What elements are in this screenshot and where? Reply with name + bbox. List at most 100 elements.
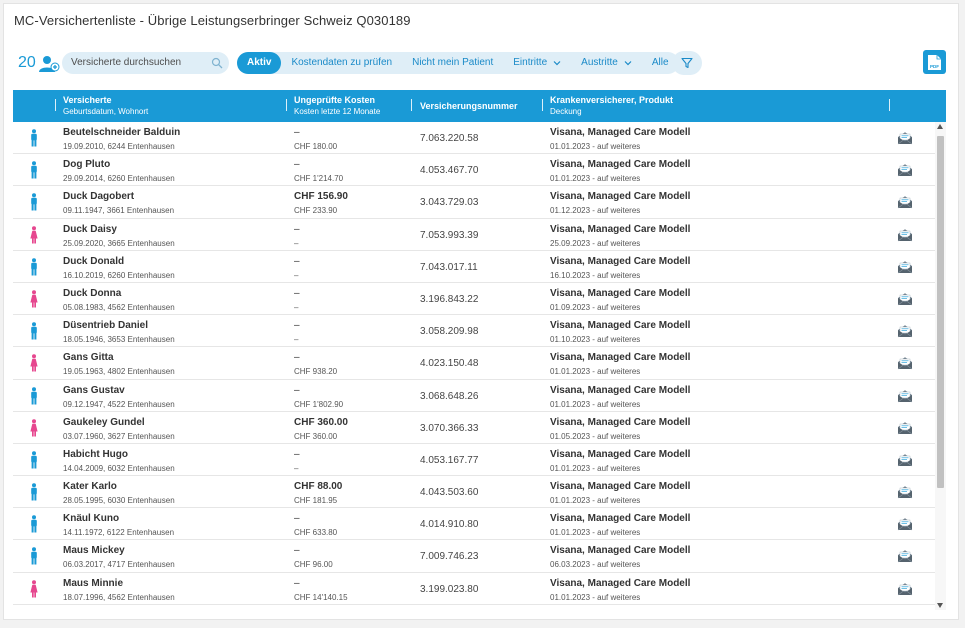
scroll-down-icon[interactable] [937,603,943,608]
unchecked-costs: – [294,159,300,171]
column-title: Krankenversicherer, Produkt [550,95,674,105]
mail-icon[interactable] [897,421,913,435]
insured-name[interactable]: Gaukeley Gundel [63,417,175,428]
scroll-up-icon[interactable] [937,124,943,129]
table-row[interactable]: Habicht Hugo 14.04.2009, 6032 Entenhausen… [13,444,935,477]
insured-cell: Maus Mickey 06.03.2017, 4717 Entenhausen [63,545,175,569]
mail-icon[interactable] [897,582,913,596]
table-row[interactable]: Gans Gitta 19.05.1963, 4802 Entenhausen – C… [13,347,935,380]
mail-icon[interactable] [897,549,913,563]
mail-icon[interactable] [897,292,913,306]
insured-name[interactable]: Beutelschneider Balduin [63,127,180,138]
insured-name[interactable]: Gans Gustav [63,385,175,396]
male-person-icon [31,193,37,211]
female-person-icon [30,579,38,598]
tab-kostendaten-zu-pruefen[interactable]: Kostendaten zu prüfen [281,52,402,74]
insured-name[interactable]: Gans Gitta [63,352,175,363]
table-row[interactable]: Kater Karlo 28.05.1995, 6030 Entenhausen C… [13,476,935,509]
column-title: Versicherungsnummer [420,101,518,111]
pdf-icon: PDF [928,54,941,70]
insured-name[interactable]: Habicht Hugo [63,449,175,460]
column-subtitle: Deckung [550,107,582,116]
insurance-number: 7.009.746.23 [420,551,479,563]
scrollbar-thumb[interactable] [937,136,944,488]
male-person-icon [31,129,37,147]
female-person-icon [30,418,38,437]
costs-12-months: CHF 633.80 [294,528,338,538]
mail-icon[interactable] [897,389,913,403]
coverage-period: 01.01.2023 - auf weiteres [550,592,641,602]
insured-name[interactable]: Duck Donna [63,288,175,299]
coverage-period: 01.01.2023 - auf weiteres [550,399,641,409]
insurance-number: 4.043.503.60 [420,487,479,499]
tab-austritte[interactable]: Austritte [571,52,642,74]
vertical-scrollbar[interactable] [935,122,946,610]
filter-button[interactable] [672,51,702,75]
column-header-insurer[interactable]: Krankenversicherer, Produkt Deckung [550,95,673,116]
unchecked-costs: CHF 360.00 [294,416,348,428]
male-person-icon [31,322,37,340]
unchecked-costs: – [294,320,300,332]
insured-name[interactable]: Maus Minnie [63,578,175,589]
table-row[interactable]: Dog Pluto 29.09.2014, 6260 Entenhausen – CH… [13,154,935,187]
mail-icon[interactable] [897,228,913,242]
mail-icon[interactable] [897,131,913,145]
insured-name[interactable]: Kater Karlo [63,481,175,492]
male-person-icon [31,451,37,469]
insurer-cell: Visana, Managed Care Modell 25.09.2023 - … [550,224,690,248]
female-person-icon [30,290,38,308]
insured-name[interactable]: Duck Dagobert [63,191,174,202]
tab-eintritte[interactable]: Eintritte [503,52,571,74]
coverage-period: 01.10.2023 - auf weiteres [550,335,641,345]
pdf-label: PDF [930,64,939,69]
mail-icon[interactable] [897,485,913,499]
costs-cell: CHF 156.90 CHF 233.90 [294,191,348,215]
insured-name[interactable]: Duck Donald [63,256,175,267]
table-row[interactable]: Duck Donald 16.10.2019, 6260 Entenhausen –… [13,251,935,283]
column-header-number[interactable]: Versicherungsnummer [420,101,518,111]
mail-icon[interactable] [897,453,913,467]
table-row[interactable]: Duck Daisy 25.09.2020, 3665 Entenhausen – –… [13,219,935,251]
mail-icon[interactable] [897,324,913,338]
table-row[interactable]: Maus Mickey 06.03.2017, 4717 Entenhausen –… [13,540,935,573]
insured-details: 19.09.2010, 6244 Entenhausen [63,142,175,151]
mail-icon[interactable] [897,260,913,274]
insurer-product: Visana, Managed Care Modell [550,255,691,267]
insured-name[interactable]: Duck Daisy [63,224,175,235]
mail-icon[interactable] [897,517,913,531]
insured-details: 18.05.1946, 3653 Entenhausen [63,335,175,345]
insurer-cell: Visana, Managed Care Modell 01.12.2023 - … [550,191,690,215]
mail-icon[interactable] [897,195,913,209]
insured-name[interactable]: Knäul Kuno [63,513,174,524]
table-row[interactable]: Gans Gustav 09.12.1947, 4522 Entenhausen –… [13,380,935,412]
mail-icon[interactable] [897,163,913,177]
tab-aktiv[interactable]: Aktiv [237,52,282,74]
coverage-period: 01.01.2023 - auf weiteres [550,367,641,377]
table-row[interactable]: Duck Donna 05.08.1983, 4562 Entenhausen – –… [13,283,935,316]
mail-icon[interactable] [897,356,913,370]
column-header-costs[interactable]: Ungeprüfte Kosten Kosten letzte 12 Monat… [294,95,380,116]
table-row[interactable]: Maus Minnie 18.07.1996, 4562 Entenhausen –… [13,573,935,605]
insured-cell: Dog Pluto 29.09.2014, 6260 Entenhausen [63,159,175,183]
table-row[interactable]: Knäul Kuno 14.11.1972, 6122 Entenhausen – C… [13,508,935,541]
column-title: Ungeprüfte Kosten [294,95,375,105]
insured-name[interactable]: Maus Mickey [63,545,175,556]
costs-cell: – – [294,256,300,280]
insured-name[interactable]: Düsentrieb Daniel [63,320,175,331]
table-row[interactable]: Gaukeley Gundel 03.07.1960, 3627 Entenhau… [13,412,935,444]
insurer-cell: Visana, Managed Care Modell 01.09.2023 - … [550,288,690,312]
table-row[interactable]: Düsentrieb Daniel 18.05.1946, 3653 Entenh… [13,315,935,348]
table-row[interactable]: Duck Dagobert 09.11.1947, 3661 Entenhause… [13,186,935,219]
column-header-insured[interactable]: Versicherte Geburtsdatum, Wohnort [63,95,148,116]
tab-label: Eintritte [513,57,548,68]
insurer-cell: Visana, Managed Care Modell 01.01.2023 - … [550,159,690,183]
chevron-down-icon [553,61,561,66]
column-separator [889,99,890,111]
tab-label: Alle [651,57,669,68]
pdf-export-button[interactable]: PDF [923,50,946,74]
insurer-product: Visana, Managed Care Modell [550,127,691,138]
insured-name[interactable]: Dog Pluto [63,159,175,170]
table-row[interactable]: Beutelschneider Balduin 19.09.2010, 6244 … [13,122,935,155]
tab-nicht-mein-patient[interactable]: Nicht mein Patient [402,52,503,74]
search-input[interactable]: Versicherte durchsuchen [62,52,229,74]
